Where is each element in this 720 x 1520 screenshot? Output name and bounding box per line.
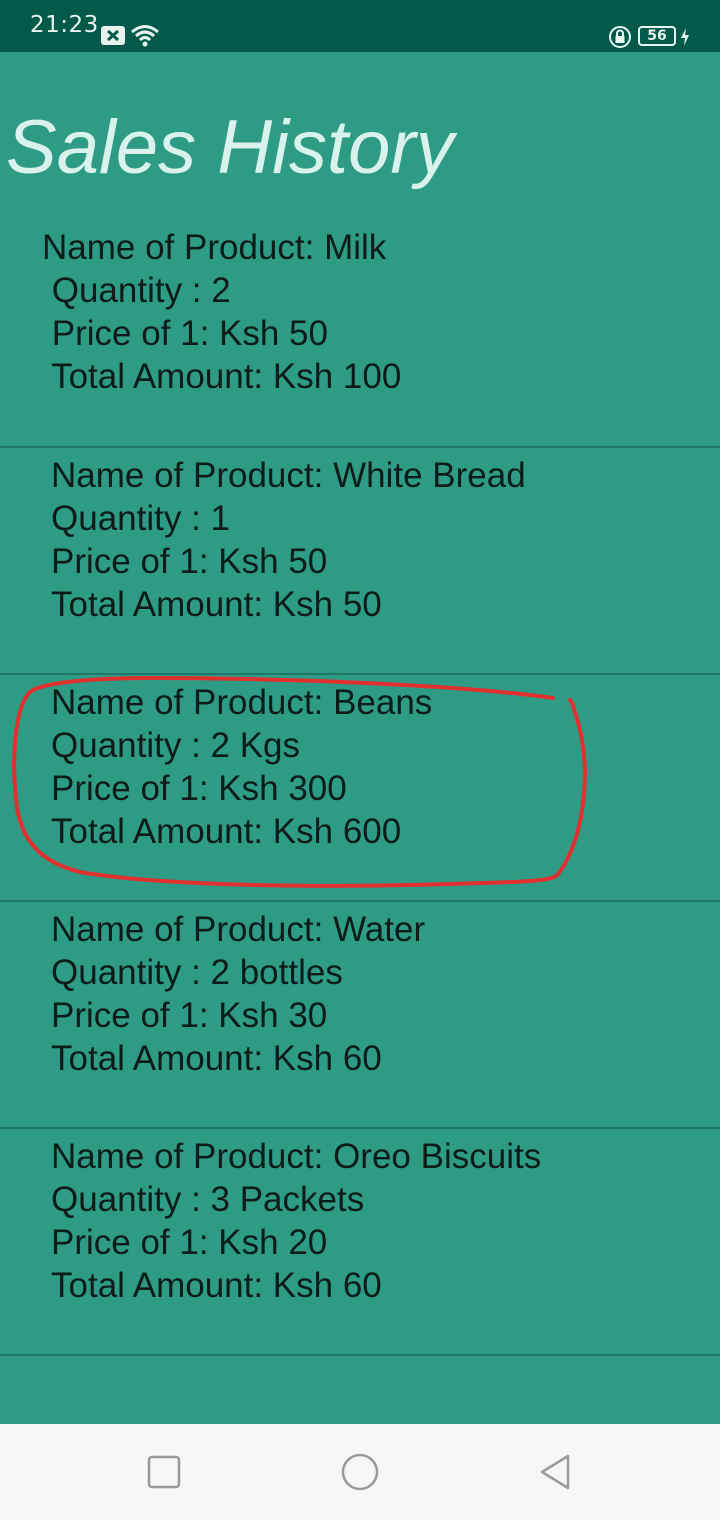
screen: 21:23 56 Sales History Name of Product: … bbox=[0, 0, 720, 1520]
status-bar: 21:23 56 bbox=[0, 0, 720, 52]
sale-item-beans[interactable]: Name of Product: Beans Quantity : 2 Kgs … bbox=[0, 675, 720, 902]
page-title: Sales History bbox=[6, 105, 454, 190]
product-total: Total Amount: Ksh 60 bbox=[51, 1039, 382, 1078]
home-icon[interactable] bbox=[338, 1450, 382, 1494]
product-quantity: Quantity : 1 bbox=[51, 499, 230, 538]
product-price: Price of 1: Ksh 50 bbox=[51, 542, 328, 581]
product-quantity: Quantity : 3 Packets bbox=[51, 1180, 365, 1219]
sale-item-milk[interactable]: Name of Product: Milk Quantity : 2 Price… bbox=[0, 220, 720, 448]
sale-item-white-bread[interactable]: Name of Product: White Bread Quantity : … bbox=[0, 448, 720, 675]
product-price: Price of 1: Ksh 300 bbox=[51, 769, 347, 808]
sale-item-oreo-biscuits[interactable]: Name of Product: Oreo Biscuits Quantity … bbox=[0, 1129, 720, 1356]
notification-icon bbox=[101, 26, 125, 45]
back-icon[interactable] bbox=[534, 1450, 578, 1494]
product-quantity: Quantity : 2 bbox=[42, 271, 231, 310]
rotation-lock-icon bbox=[608, 25, 632, 49]
product-quantity: Quantity : 2 Kgs bbox=[51, 726, 301, 765]
product-name: Name of Product: Beans bbox=[51, 683, 433, 722]
status-time: 21:23 bbox=[30, 12, 99, 38]
wifi-icon bbox=[130, 23, 160, 47]
product-price: Price of 1: Ksh 50 bbox=[42, 314, 328, 353]
product-price: Price of 1: Ksh 30 bbox=[51, 996, 328, 1035]
battery-icon: 56 bbox=[638, 26, 676, 46]
product-name: Name of Product: Oreo Biscuits bbox=[51, 1137, 542, 1176]
sale-item-water[interactable]: Name of Product: Water Quantity : 2 bott… bbox=[0, 902, 720, 1129]
product-quantity: Quantity : 2 bottles bbox=[51, 953, 343, 992]
product-total: Total Amount: Ksh 60 bbox=[51, 1266, 382, 1305]
product-name: Name of Product: Milk bbox=[42, 228, 387, 267]
product-price: Price of 1: Ksh 20 bbox=[51, 1223, 328, 1262]
recent-apps-icon[interactable] bbox=[142, 1450, 186, 1494]
sales-list: Name of Product: Milk Quantity : 2 Price… bbox=[0, 220, 720, 1356]
product-total: Total Amount: Ksh 600 bbox=[51, 812, 402, 851]
product-total: Total Amount: Ksh 100 bbox=[42, 357, 402, 396]
product-name: Name of Product: Water bbox=[51, 910, 426, 949]
product-name: Name of Product: White Bread bbox=[51, 456, 526, 495]
charging-icon bbox=[679, 27, 691, 47]
product-total: Total Amount: Ksh 50 bbox=[51, 585, 382, 624]
navigation-bar bbox=[0, 1424, 720, 1520]
